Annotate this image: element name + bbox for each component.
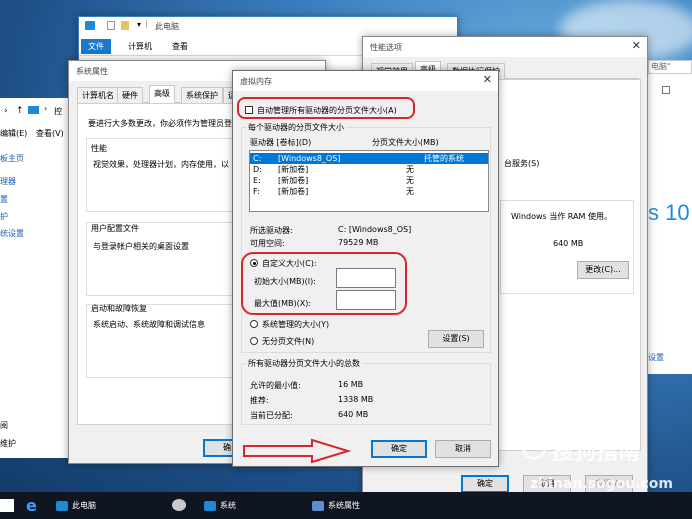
group-title: 用户配置文件	[91, 224, 139, 233]
dropdown-arrow-icon[interactable]: ▾	[137, 20, 141, 29]
list-item[interactable]: C: [Windows8_OS] 托管的系统	[250, 153, 488, 164]
virtual-memory-group: Windows 当作 RAM 使用。 640 MB 更改(C)...	[500, 200, 634, 294]
tab-hardware[interactable]: 硬件	[117, 87, 143, 103]
explorer-titlebar: ▾ | 此电脑	[79, 17, 457, 37]
menu-edit[interactable]: 编辑(E)	[0, 128, 27, 139]
sidebar-link[interactable]: 阅	[0, 420, 8, 431]
sogou-logo	[522, 436, 546, 460]
ribbon-tab-file[interactable]: 文件	[81, 39, 111, 54]
list-item[interactable]: F: [新加卷] 无	[250, 186, 488, 197]
annotation-arrow-icon	[243, 438, 352, 464]
min-allowed-value: 16 MB	[338, 380, 364, 389]
taskbar-item-this-pc[interactable]: 此电脑	[56, 492, 96, 519]
vmem-cancel-button[interactable]: 取消	[435, 440, 491, 458]
recommended-value: 1338 MB	[338, 395, 374, 404]
service-label: 台服务(S)	[504, 159, 540, 168]
drive-list[interactable]: C: [Windows8_OS] 托管的系统 D: [新加卷] 无 E: [新加…	[249, 150, 489, 212]
menu-view[interactable]: 查看(V)	[36, 128, 64, 139]
ram-text: Windows 当作 RAM 使用。	[511, 212, 612, 221]
folder-icon[interactable]	[121, 21, 129, 30]
search-box-fragment[interactable]: 电脑"	[648, 60, 692, 74]
watermark-text: 搜狗指南	[552, 440, 641, 465]
windows-brand-fragment: s 10	[648, 200, 690, 225]
explorer-sidebar: › ↑ › 控 编辑(E) 查看(V) 板主页 理器 置 护 统设置 阅 维护	[0, 98, 78, 458]
totals-group: 所有驱动器分页文件大小的总数 允许的最小值: 16 MB 推荐: 1338 MB…	[241, 358, 491, 425]
sidebar-link[interactable]: 置	[0, 194, 8, 205]
close-icon[interactable]: ✕	[483, 73, 492, 86]
ribbon-tab-computer[interactable]: 计算机	[121, 39, 159, 54]
address-fragment[interactable]: 控	[54, 106, 62, 117]
set-button[interactable]: 设置(S)	[428, 330, 484, 348]
taskbar-item-system[interactable]: 系统	[204, 492, 236, 519]
computer-icon	[85, 21, 95, 30]
selected-drive-label: 所选驱动器:	[250, 226, 293, 235]
perfopts-title: 性能选项	[370, 43, 402, 52]
group-description: 视觉效果，处理器计划，内存使用，以	[93, 160, 229, 169]
recommended-label: 推荐:	[250, 396, 269, 405]
sidebar-link[interactable]: 板主页	[0, 153, 24, 164]
edge-icon[interactable]: e	[26, 492, 37, 519]
allocated-label: 当前已分配:	[250, 411, 293, 420]
admin-notice: 要进行大多数更改，你必须作为管理员登	[88, 119, 232, 128]
group-title: 所有驱动器分页文件大小的总数	[246, 358, 362, 369]
paging-size: 640 MB	[553, 239, 584, 248]
app-icon[interactable]	[172, 499, 186, 511]
no-paging-label[interactable]: 无分页文件(N)	[262, 336, 314, 347]
paging-file-group: 每个驱动器的分页文件大小 驱动器 [卷标](D) 分页文件大小(MB) C: […	[241, 122, 491, 353]
system-managed-label[interactable]: 系统管理的大小(Y)	[262, 319, 329, 330]
vmem-ok-button[interactable]: 确定	[371, 440, 427, 458]
checkbox-icon[interactable]	[107, 21, 115, 30]
free-space-value: 79529 MB	[338, 238, 379, 247]
sidebar-link[interactable]: 维护	[0, 438, 16, 449]
min-allowed-label: 允许的最小值:	[250, 381, 301, 390]
ribbon-tab-view[interactable]: 查看	[165, 39, 195, 54]
group-title: 性能	[91, 144, 107, 153]
group-description: 系统启动、系统故障和调试信息	[93, 320, 205, 329]
maximize-icon[interactable]	[662, 86, 670, 94]
start-icon[interactable]	[0, 499, 14, 512]
close-icon[interactable]: ✕	[632, 39, 641, 52]
perfopts-ok-button[interactable]: 确定	[461, 475, 509, 493]
tab-system-protection[interactable]: 系统保护	[181, 87, 223, 103]
list-item[interactable]: D: [新加卷] 无	[250, 164, 488, 175]
computer-icon	[28, 106, 39, 114]
settings-link[interactable]: 设置	[648, 352, 664, 363]
change-button[interactable]: 更改(C)...	[577, 261, 629, 279]
annotation-highlight	[241, 252, 407, 315]
list-item[interactable]: E: [新加卷] 无	[250, 175, 488, 186]
col-drive-header: 驱动器 [卷标](D)	[250, 138, 312, 147]
properties-icon	[312, 500, 324, 511]
tab-advanced[interactable]: 高级	[149, 85, 175, 104]
up-arrow-icon[interactable]: ↑	[16, 106, 24, 116]
vmem-title: 虚拟内存	[240, 77, 272, 86]
allocated-value: 640 MB	[338, 410, 369, 419]
sidebar-link[interactable]: 理器	[0, 176, 16, 187]
selected-drive-value: C: [Windows8_OS]	[338, 225, 412, 234]
no-paging-radio[interactable]	[250, 337, 258, 345]
computer-icon	[56, 500, 68, 511]
group-title: 每个驱动器的分页文件大小	[246, 122, 346, 133]
explorer-title: 此电脑	[155, 22, 179, 31]
sidebar-link[interactable]: 护	[0, 211, 8, 222]
system-managed-radio[interactable]	[250, 320, 258, 328]
nav-arrow-icon: ›	[44, 104, 48, 113]
group-title: 启动和故障恢复	[91, 304, 147, 313]
annotation-highlight	[237, 97, 415, 119]
taskbar-item-system-properties[interactable]: 系统属性	[312, 492, 360, 519]
taskbar: e 此电脑 系统 系统属性	[0, 492, 692, 519]
tab-computer-name[interactable]: 计算机名	[77, 87, 119, 103]
vmem-titlebar: 虚拟内存 ✕	[233, 71, 498, 91]
col-size-header: 分页文件大小(MB)	[372, 138, 439, 147]
watermark-url: zhinan.sogou.com	[530, 476, 673, 492]
title-separator: |	[145, 19, 148, 28]
free-space-label: 可用空间:	[250, 239, 285, 248]
sidebar-link[interactable]: 统设置	[0, 228, 24, 239]
computer-icon	[204, 500, 216, 511]
nav-arrow-icon[interactable]: ›	[4, 106, 8, 116]
group-description: 与登录帐户相关的桌面设置	[93, 242, 189, 251]
perfopts-titlebar: 性能选项 ✕	[363, 37, 647, 57]
sysprops-title: 系统属性	[76, 67, 108, 76]
